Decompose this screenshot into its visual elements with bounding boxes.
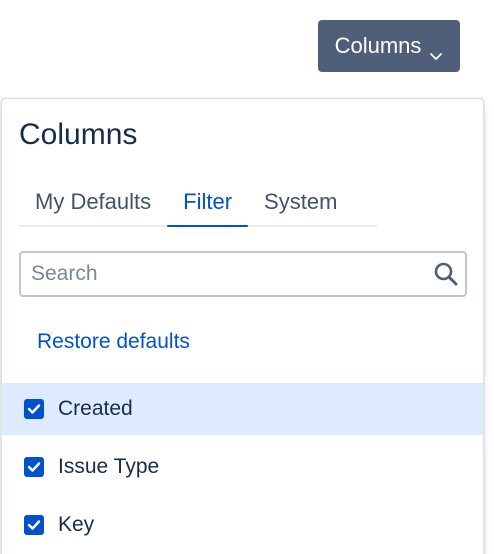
column-item-key[interactable]: Key [2,499,483,551]
search-icon[interactable] [433,261,459,287]
columns-button[interactable]: Columns [318,20,460,72]
column-list: Created Issue Type Key [2,383,483,554]
search-box [19,251,467,297]
columns-button-label: Columns [334,33,422,58]
column-item-label: Issue Type [58,455,160,478]
column-item-issue-type[interactable]: Issue Type [2,441,483,493]
column-item-created[interactable]: Created [2,383,483,435]
columns-panel: Columns My Defaults Filter System Restor… [1,98,484,554]
checkbox-checked[interactable] [24,457,44,477]
tab-label: My Defaults [35,189,152,214]
checkmark-icon [27,520,41,530]
tab-label: Filter [183,189,233,214]
page: Columns Columns My Defaults Filter Syste… [0,0,494,554]
checkmark-icon [27,462,41,472]
panel-title: Columns [19,118,138,151]
checkbox-checked[interactable] [24,399,44,419]
tab-label: System [264,189,338,214]
chevron-down-icon [429,41,443,60]
column-item-label: Created [58,397,133,420]
checkmark-icon [27,404,41,414]
tab-system[interactable]: System [248,179,353,225]
search-input[interactable] [21,253,421,295]
tab-filter[interactable]: Filter [167,179,248,227]
checkbox-checked[interactable] [24,515,44,535]
tab-bar: My Defaults Filter System [19,179,377,227]
restore-defaults-link[interactable]: Restore defaults [37,330,190,354]
tab-my-defaults[interactable]: My Defaults [19,179,167,225]
column-item-label: Key [58,513,95,536]
